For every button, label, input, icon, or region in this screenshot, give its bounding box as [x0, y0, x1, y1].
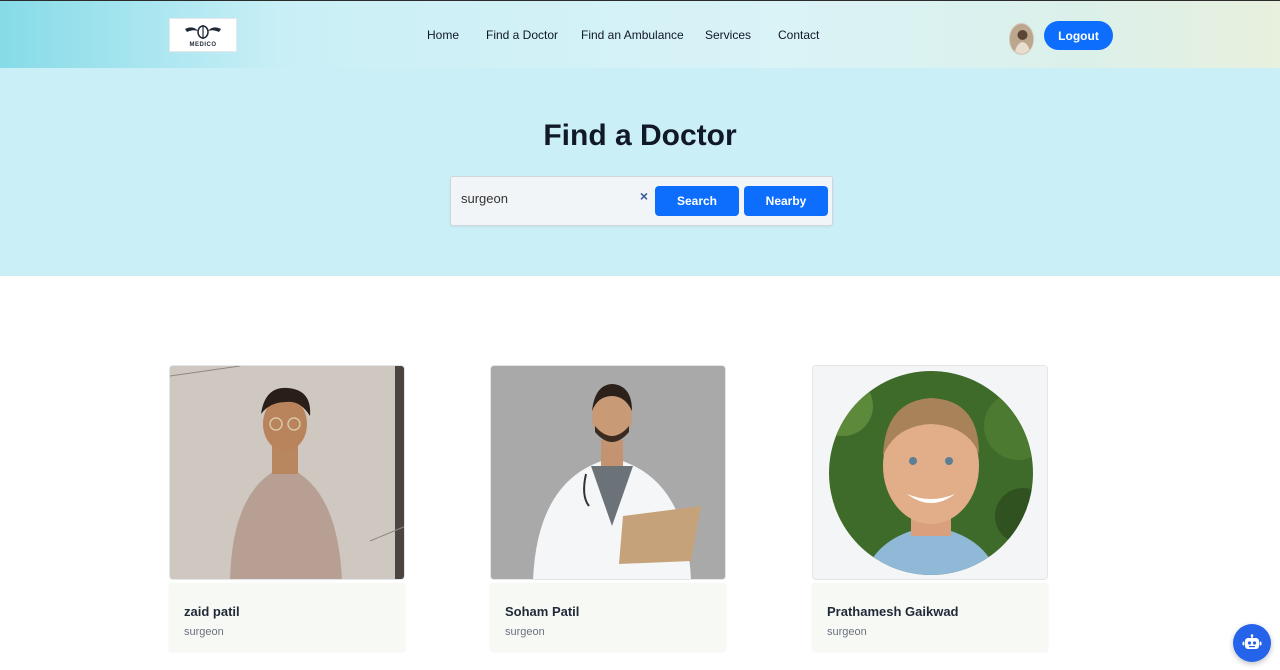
close-icon[interactable]: × — [638, 188, 650, 204]
doctor-specialty: surgeon — [505, 626, 545, 638]
doctor-photo — [490, 365, 726, 580]
avatar-figure — [1010, 24, 1033, 54]
doctor-card[interactable]: zaid patil surgeon — [169, 365, 405, 651]
doctor-name: zaid patil — [184, 604, 240, 619]
doctor-info: Soham Patil surgeon — [490, 583, 726, 651]
doctor-photo-figure — [491, 366, 725, 579]
doctor-photo — [812, 365, 1048, 580]
search-input[interactable] — [461, 187, 641, 209]
doctor-photo-figure — [170, 366, 404, 579]
navbar: MEDICO Home Find a Doctor Find an Ambula… — [0, 0, 1280, 68]
hero-section: Find a Doctor × Search Nearby — [0, 68, 1280, 276]
doctor-card[interactable]: Prathamesh Gaikwad surgeon — [812, 365, 1048, 651]
doctor-specialty: surgeon — [827, 626, 867, 638]
logout-button[interactable]: Logout — [1044, 21, 1113, 50]
doctor-photo-figure — [813, 366, 1047, 579]
doctor-info: Prathamesh Gaikwad surgeon — [812, 583, 1048, 651]
avatar[interactable] — [1009, 23, 1034, 55]
doctor-name: Soham Patil — [505, 604, 580, 619]
search-box: × Search Nearby — [450, 176, 833, 226]
nearby-button[interactable]: Nearby — [744, 186, 828, 216]
doctor-info: zaid patil surgeon — [169, 583, 405, 651]
doctor-photo — [169, 365, 405, 580]
search-button[interactable]: Search — [655, 186, 739, 216]
nav-home-link[interactable]: Home — [427, 28, 459, 42]
nav-find-ambulance-link[interactable]: Find an Ambulance — [581, 28, 684, 42]
doctor-name: Prathamesh Gaikwad — [827, 604, 959, 619]
robot-icon — [1242, 634, 1262, 649]
chatbot-button[interactable] — [1233, 624, 1271, 662]
nav-contact-link[interactable]: Contact — [778, 28, 819, 42]
doctor-specialty: surgeon — [184, 626, 224, 638]
doctor-card[interactable]: Soham Patil surgeon — [490, 365, 726, 651]
page-title: Find a Doctor — [543, 119, 737, 152]
nav-find-doctor-link[interactable]: Find a Doctor — [486, 28, 558, 42]
nav-services-link[interactable]: Services — [705, 28, 751, 42]
